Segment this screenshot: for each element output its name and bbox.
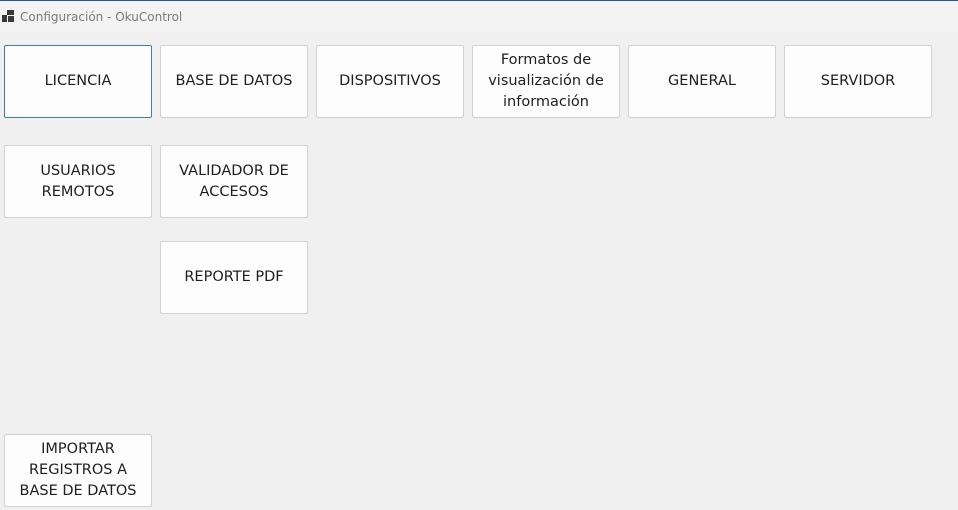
- validador-accesos-button[interactable]: VALIDADOR DE ACCESOS: [160, 145, 308, 218]
- formatos-visualizacion-button-label: Formatos de visualización de información: [488, 52, 604, 110]
- formatos-visualizacion-button[interactable]: Formatos de visualización de información: [472, 45, 620, 118]
- usuarios-remotos-button-label: USUARIOS REMOTOS: [40, 162, 116, 200]
- servidor-button[interactable]: SERVIDOR: [784, 45, 932, 118]
- dispositivos-button-label: DISPOSITIVOS: [339, 73, 441, 89]
- licencia-button-label: LICENCIA: [44, 73, 112, 89]
- servidor-button-label: SERVIDOR: [820, 73, 896, 89]
- importar-registros-button[interactable]: IMPORTAR REGISTROS A BASE DE DATOS: [4, 434, 152, 507]
- importar-registros-button-label: IMPORTAR REGISTROS A BASE DE DATOS: [19, 441, 137, 499]
- dispositivos-button[interactable]: DISPOSITIVOS: [316, 45, 464, 118]
- general-button[interactable]: GENERAL: [628, 45, 776, 118]
- app-windows-icon: [2, 10, 14, 22]
- reporte-pdf-button-label: REPORTE PDF: [184, 269, 284, 285]
- usuarios-remotos-button[interactable]: USUARIOS REMOTOS: [4, 145, 152, 218]
- reporte-pdf-button[interactable]: REPORTE PDF: [160, 241, 308, 314]
- general-button-label: GENERAL: [668, 73, 736, 89]
- validador-accesos-button-label: VALIDADOR DE ACCESOS: [179, 162, 289, 200]
- window-title: Configuración - OkuControl: [20, 10, 183, 24]
- licencia-button[interactable]: LICENCIA: [4, 45, 152, 118]
- base-de-datos-button[interactable]: BASE DE DATOS: [160, 45, 308, 118]
- base-de-datos-button-label: BASE DE DATOS: [175, 73, 293, 89]
- title-bar: Configuración - OkuControl: [0, 0, 958, 32]
